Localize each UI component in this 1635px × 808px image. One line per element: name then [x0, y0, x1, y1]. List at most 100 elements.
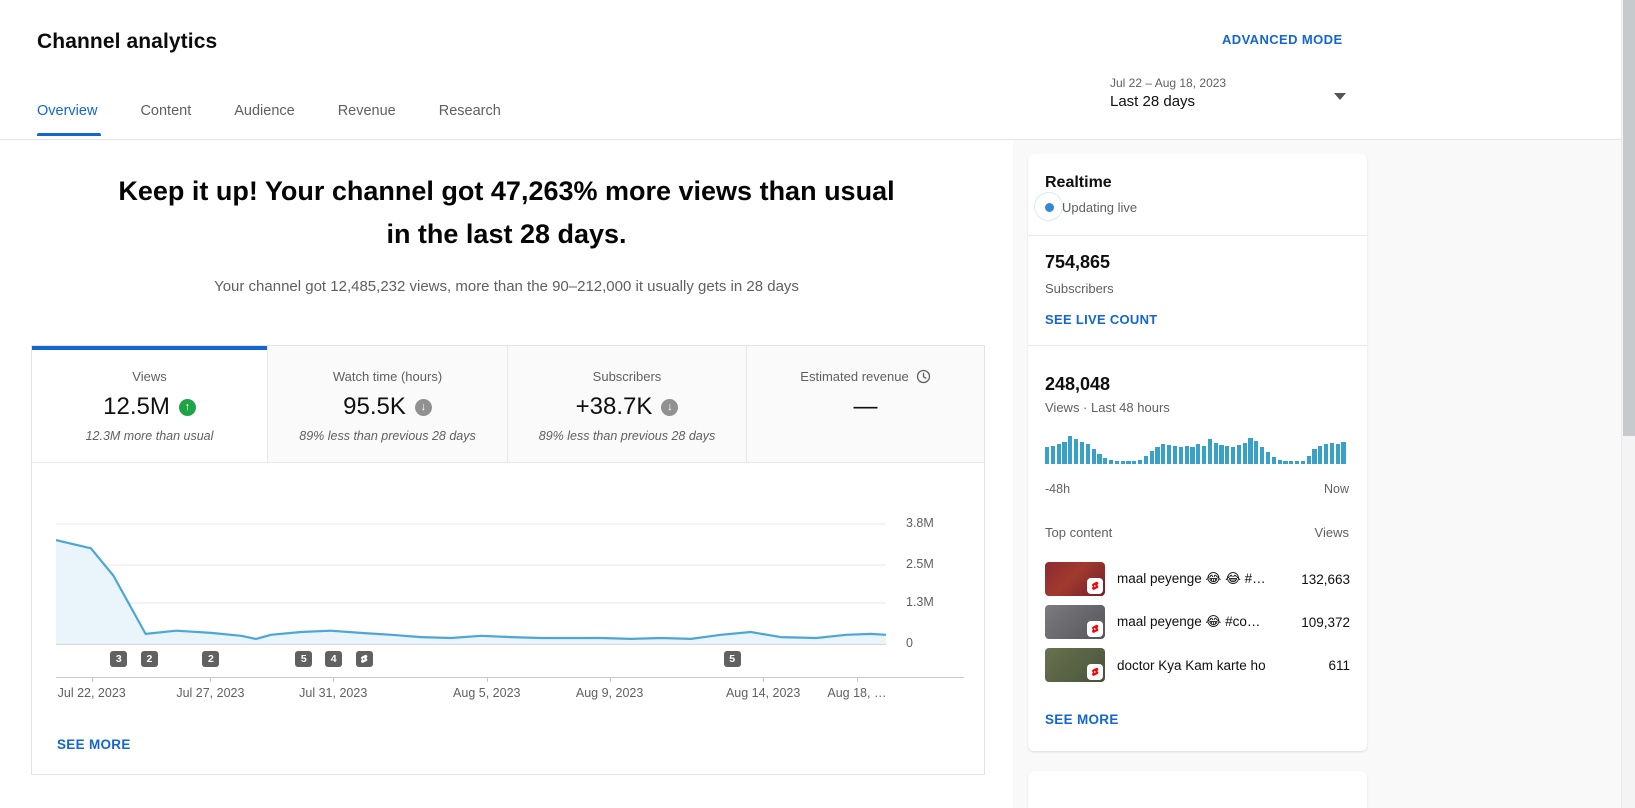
headline-line1: Keep it up! Your channel got 47,263% mor…: [0, 170, 1013, 213]
realtime-bar: [1138, 460, 1142, 464]
page-header: Channel analytics ADVANCED MODE Jul 22 –…: [0, 0, 1635, 140]
metric-tabs: Views12.5M↑12.3M more than usualWatch ti…: [32, 346, 984, 463]
realtime-bar: [1318, 446, 1322, 464]
see-more-link[interactable]: SEE MORE: [57, 737, 131, 752]
realtime-bar: [1254, 441, 1258, 464]
realtime-bar: [1109, 460, 1113, 464]
realtime-bar: [1231, 447, 1235, 464]
top-content-header: Top content: [1045, 525, 1112, 540]
video-count-badge[interactable]: 2: [141, 651, 158, 667]
realtime-bar: [1155, 447, 1159, 464]
advanced-mode-button[interactable]: ADVANCED MODE: [1222, 32, 1343, 47]
metric-tab-subscribers[interactable]: Subscribers+38.7K↓89% less than previous…: [508, 346, 747, 463]
page-scrollbar[interactable]: [1621, 0, 1635, 808]
realtime-bar: [1092, 449, 1096, 464]
metric-tab-views[interactable]: Views12.5M↑12.3M more than usual: [32, 346, 268, 463]
video-title: doctor Kya Kam karte ho: [1117, 658, 1292, 673]
line-chart-svg[interactable]: [56, 496, 886, 648]
realtime-bar: [1266, 452, 1270, 464]
realtime-bar: [1312, 449, 1316, 464]
metric-tab-estimated-revenue[interactable]: Estimated revenue—: [747, 346, 984, 463]
shorts-icon: [1087, 664, 1103, 680]
realtime-bar: [1179, 447, 1183, 464]
realtime-subscribers-label: Subscribers: [1045, 281, 1114, 296]
headline-line2: in the last 28 days.: [0, 213, 1013, 256]
shorts-icon: [1087, 621, 1103, 637]
bar-axis-end: Now: [1324, 482, 1349, 496]
realtime-bar: [1289, 461, 1293, 464]
updating-live-row: Updating live: [1045, 200, 1137, 215]
video-count-badge[interactable]: 3: [110, 651, 127, 667]
realtime-bar: [1208, 439, 1212, 464]
realtime-bar: [1225, 446, 1229, 464]
chevron-down-icon[interactable]: [1334, 93, 1346, 100]
realtime-bar: [1121, 461, 1125, 464]
key-metrics-card: Views12.5M↑12.3M more than usualWatch ti…: [31, 345, 985, 775]
realtime-bar: [1103, 458, 1107, 464]
realtime-bar: [1074, 439, 1078, 464]
divider: [1028, 235, 1367, 236]
date-range-picker[interactable]: Jul 22 – Aug 18, 2023 Last 28 days: [1110, 76, 1226, 110]
realtime-bar: [1173, 446, 1177, 464]
realtime-bar: [1196, 444, 1200, 464]
metric-tab-watch-time-hours[interactable]: Watch time (hours)95.5K↓89% less than pr…: [268, 346, 508, 463]
analytics-tabs: Overview Content Audience Revenue Research: [37, 103, 501, 119]
realtime-card: Realtime Updating live 754,865 Subscribe…: [1028, 154, 1367, 751]
headline: Keep it up! Your channel got 47,263% mor…: [0, 170, 1013, 256]
see-live-count-link[interactable]: SEE LIVE COUNT: [1045, 312, 1158, 327]
active-tab-underline: [37, 133, 101, 136]
realtime-bar: [1144, 456, 1148, 464]
realtime-bar: [1185, 446, 1189, 464]
bar-axis-start: -48h: [1045, 482, 1070, 496]
tab-research[interactable]: Research: [439, 103, 501, 119]
metric-note: 12.3M more than usual: [32, 429, 267, 443]
y-axis-label: 1.3M: [906, 595, 956, 609]
tab-revenue[interactable]: Revenue: [338, 103, 396, 119]
divider: [1028, 345, 1367, 346]
realtime-bar: [1272, 457, 1276, 464]
x-axis-label: Jul 22, 2023: [37, 686, 147, 700]
top-content-row[interactable]: doctor Kya Kam karte ho611: [1045, 644, 1350, 686]
tab-audience[interactable]: Audience: [234, 103, 294, 119]
page-title: Channel analytics: [37, 30, 217, 54]
realtime-views-label: Views · Last 48 hours: [1045, 400, 1170, 415]
trend-up-icon: ↑: [179, 399, 196, 416]
video-views: 132,663: [1292, 572, 1350, 587]
realtime-bar-chart[interactable]: [1045, 436, 1347, 464]
top-content-row[interactable]: maal peyenge 😂 #co…109,372: [1045, 601, 1350, 643]
channel-analytics-screen: Channel analytics ADVANCED MODE Jul 22 –…: [0, 0, 1635, 808]
realtime-bar: [1219, 445, 1223, 464]
tab-content[interactable]: Content: [140, 103, 191, 119]
realtime-bar: [1341, 442, 1345, 464]
video-count-badge[interactable]: 2: [202, 651, 219, 667]
scrollbar-thumb[interactable]: [1623, 0, 1635, 436]
y-axis-label: 3.8M: [906, 516, 956, 530]
shorts-icon: [1087, 578, 1103, 594]
y-axis-label: 2.5M: [906, 557, 956, 571]
realtime-bar: [1167, 445, 1171, 464]
realtime-bar: [1190, 447, 1194, 464]
x-axis-label: Aug 9, 2023: [555, 686, 665, 700]
metric-value: +38.7K: [576, 393, 653, 421]
realtime-bar: [1295, 461, 1299, 464]
tab-overview[interactable]: Overview: [37, 103, 97, 119]
metric-label: Subscribers: [593, 369, 662, 384]
realtime-bar: [1057, 444, 1061, 464]
video-count-badge[interactable]: 4: [325, 651, 342, 667]
shorts-annotation-icon[interactable]: [356, 651, 373, 667]
top-content-row[interactable]: maal peyenge 😂 😂 #…132,663: [1045, 558, 1350, 600]
see-more-link[interactable]: SEE MORE: [1045, 712, 1119, 727]
realtime-bar: [1126, 461, 1130, 464]
video-count-badge[interactable]: 5: [295, 651, 312, 667]
metric-value: 95.5K: [343, 393, 406, 421]
trend-down-icon: ↓: [661, 399, 678, 416]
realtime-views-value: 248,048: [1045, 374, 1110, 395]
video-title: maal peyenge 😂 😂 #…: [1117, 571, 1292, 587]
next-card-sliver: [1028, 771, 1367, 808]
realtime-bar: [1132, 461, 1136, 464]
metric-label: Watch time (hours): [333, 369, 442, 384]
overview-panel: Keep it up! Your channel got 47,263% mor…: [0, 140, 1013, 808]
realtime-bar: [1115, 461, 1119, 464]
x-axis-label: Aug 18, …: [802, 686, 912, 700]
video-count-badge[interactable]: 5: [724, 651, 741, 667]
